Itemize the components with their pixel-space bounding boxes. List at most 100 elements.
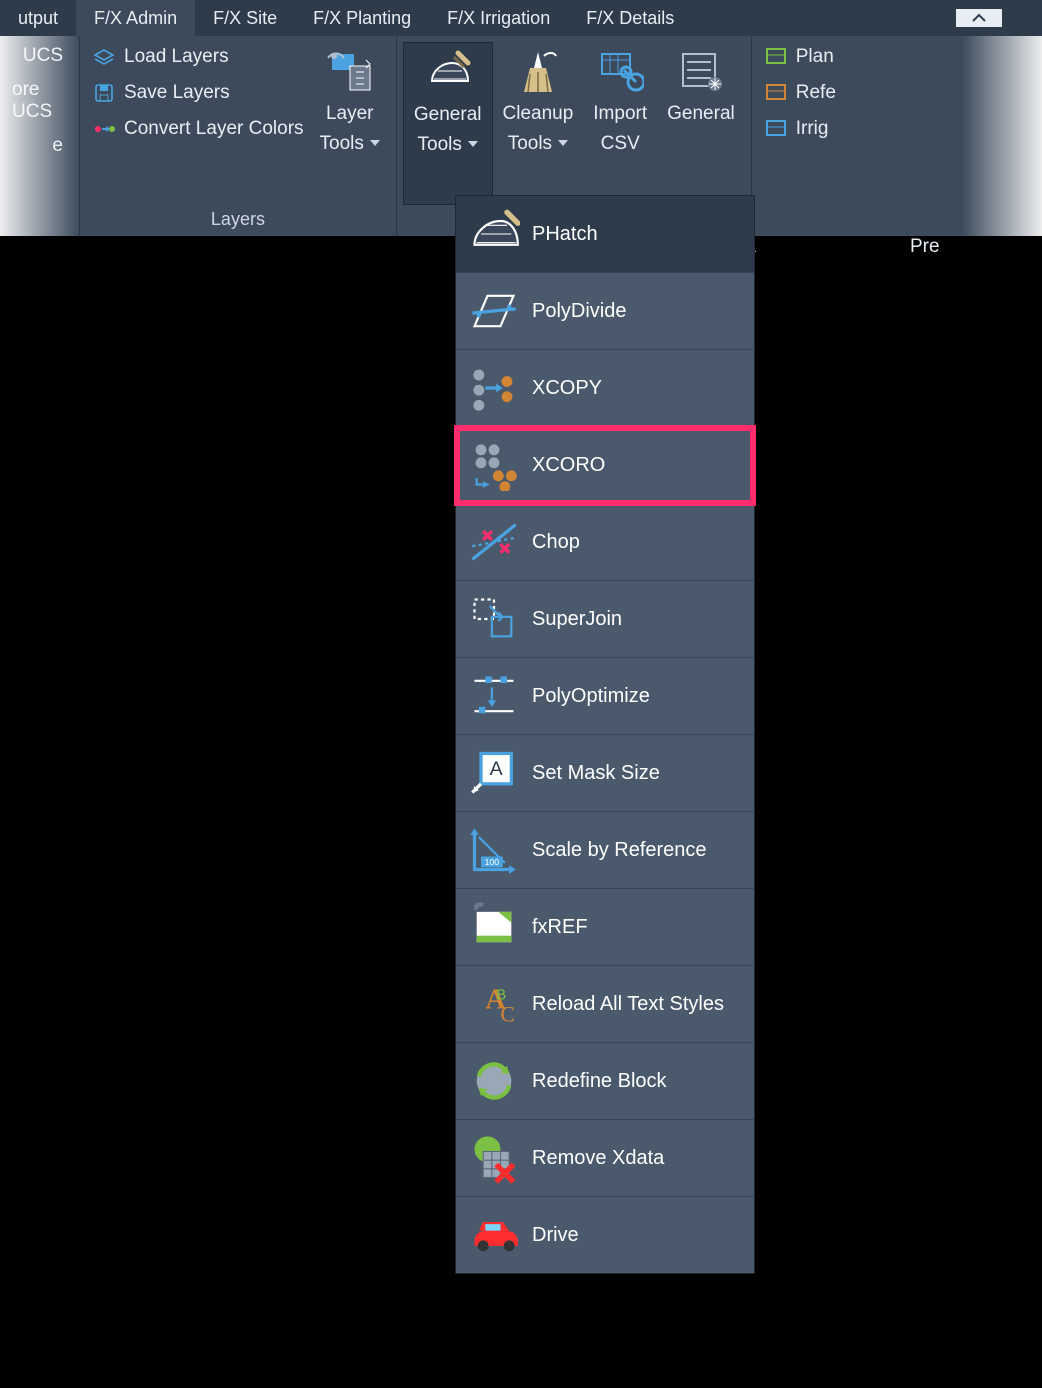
load-layers-label: Load Layers [124,46,229,68]
e-label: e [52,135,63,157]
tab-fx-planting[interactable]: F/X Planting [295,0,429,36]
menu-remove-xdata-label: Remove Xdata [532,1147,664,1170]
menu-set-mask-size-label: Set Mask Size [532,762,660,785]
svg-text:B: B [496,987,506,1004]
tab-fx-admin[interactable]: F/X Admin [76,0,195,36]
ribbon-tabbar: utput F/X Admin F/X Site F/X Planting F/… [0,0,1042,36]
fade-right [962,36,1042,236]
reload-text-styles-icon: ABC [468,978,520,1030]
cleanup-tools-line1: Cleanup [503,102,574,126]
load-layers-icon [92,45,116,69]
menu-scale-by-reference-label: Scale by Reference [532,839,707,862]
menu-polydivide[interactable]: PolyDivide [456,273,754,350]
menu-superjoin-label: SuperJoin [532,608,622,631]
plan-label: Plan [796,46,834,68]
import-csv-icon [596,48,644,96]
plan-button[interactable]: Plan [758,42,842,72]
general-tools-icon [424,49,472,97]
tabbar-extra [956,0,1042,36]
peek-pre: Pre [910,236,940,258]
layer-tools-icon [326,48,374,96]
ref-icon [764,81,788,105]
convert-layer-colors-icon [92,117,116,141]
tab-fx-site[interactable]: F/X Site [195,0,295,36]
menu-drive-label: Drive [532,1224,579,1247]
import-csv-line1: Import [593,102,647,126]
svg-text:100: 100 [485,857,500,867]
phatch-icon [468,208,520,260]
e-button[interactable]: e [46,132,73,160]
ucs-button[interactable]: UCS [17,42,73,70]
general-line1: General [667,102,735,126]
import-csv-button[interactable]: Import CSV [583,42,657,205]
menu-phatch-label: PHatch [532,223,598,246]
menu-drive[interactable]: Drive [456,1197,754,1273]
menu-remove-xdata[interactable]: Remove Xdata [456,1120,754,1197]
general-tools-button[interactable]: General Tools [403,42,493,205]
ribbon-group-right: Plan Refe Irrig [751,36,848,236]
general-button[interactable]: General [657,42,745,205]
polydivide-icon [468,285,520,337]
menu-polyoptimize[interactable]: PolyOptimize [456,658,754,735]
layer-tools-button[interactable]: Layer Tools [310,42,390,205]
convert-layer-colors-button[interactable]: Convert Layer Colors [86,114,310,144]
tabbar-collapse-button[interactable] [956,9,1002,27]
menu-xcopy[interactable]: XCOPY [456,350,754,427]
convert-layer-colors-label: Convert Layer Colors [124,118,304,140]
caret-down-icon [370,140,380,146]
load-layers-button[interactable]: Load Layers [86,42,310,72]
superjoin-icon [468,593,520,645]
caret-down-icon [558,140,568,146]
irrig-label: Irrig [796,118,829,140]
menu-reload-text-styles[interactable]: ABC Reload All Text Styles [456,966,754,1043]
menu-phatch[interactable]: PHatch [456,196,754,273]
menu-polyoptimize-label: PolyOptimize [532,685,650,708]
ribbon-group-ucs-title [6,205,73,232]
redefine-block-icon [468,1055,520,1107]
ribbon-group-layers-title: Layers [86,205,390,232]
xcopy-icon [468,362,520,414]
general-tools-line2: Tools [418,133,462,157]
drive-icon [468,1209,520,1261]
tab-output[interactable]: utput [0,0,76,36]
restore-ucs-button[interactable]: ore UCS [6,76,73,126]
menu-scale-by-reference[interactable]: 100 Scale by Reference [456,812,754,889]
menu-fxref[interactable]: fxREF [456,889,754,966]
menu-redefine-block[interactable]: Redefine Block [456,1043,754,1120]
cleanup-tools-icon [514,48,562,96]
xcoro-icon [468,439,520,491]
menu-xcoro[interactable]: XCORO [456,427,754,504]
cleanup-tools-button[interactable]: Cleanup Tools [493,42,584,205]
menu-chop[interactable]: Chop [456,504,754,581]
fxref-icon [468,901,520,953]
menu-reload-text-styles-label: Reload All Text Styles [532,993,724,1016]
remove-xdata-icon [468,1132,520,1184]
polyoptimize-icon [468,670,520,722]
ref-label: Refe [796,82,836,104]
ref-button[interactable]: Refe [758,78,842,108]
tab-fx-irrigation[interactable]: F/X Irrigation [429,0,568,36]
menu-xcopy-label: XCOPY [532,377,602,400]
save-layers-button[interactable]: Save Layers [86,78,310,108]
menu-polydivide-label: PolyDivide [532,300,626,323]
save-layers-icon [92,81,116,105]
ucs-label: UCS [23,45,63,67]
chop-icon [468,516,520,568]
irrig-icon [764,117,788,141]
general-tools-dropdown: PHatch PolyDivide XCOPY XCORO [455,195,755,1274]
menu-redefine-block-label: Redefine Block [532,1070,667,1093]
tab-fx-details[interactable]: F/X Details [568,0,692,36]
menu-chop-label: Chop [532,531,580,554]
menu-set-mask-size[interactable]: A Set Mask Size [456,735,754,812]
irrig-button[interactable]: Irrig [758,114,842,144]
layer-tools-line1: Layer [326,102,374,126]
cleanup-tools-line2: Tools [508,132,552,156]
scale-by-reference-icon: 100 [468,824,520,876]
ribbon-group-ucs: UCS ore UCS e [0,36,80,236]
menu-superjoin[interactable]: SuperJoin [456,581,754,658]
save-layers-label: Save Layers [124,82,230,104]
ribbon-group-layers: Load Layers Save Layers Convert Layer Co… [80,36,397,236]
svg-text:A: A [490,758,503,780]
menu-xcoro-label: XCORO [532,454,605,477]
general-icon [677,48,725,96]
